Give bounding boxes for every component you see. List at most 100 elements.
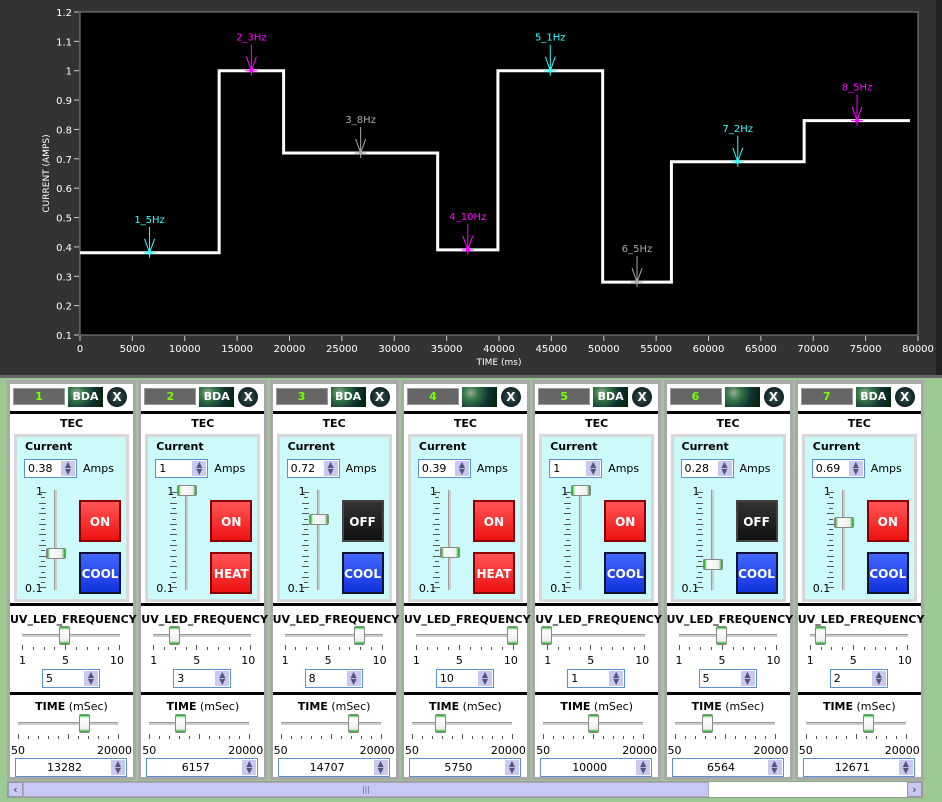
horizontal-scrollbar[interactable]: ‹ ||| › bbox=[7, 781, 923, 798]
power-toggle-button[interactable]: OFF bbox=[341, 500, 384, 542]
bda-badge-button[interactable]: BDA bbox=[330, 387, 366, 407]
close-button[interactable]: X bbox=[500, 387, 521, 407]
spinner-icon[interactable]: ▲ ▼ bbox=[192, 461, 207, 476]
frequency-input[interactable]: 1 ▲ ▼ bbox=[567, 669, 626, 688]
frequency-slider-thumb[interactable] bbox=[814, 626, 826, 645]
current-slider-thumb[interactable] bbox=[702, 558, 723, 570]
frequency-slider-thumb[interactable] bbox=[59, 626, 71, 645]
spinner-icon[interactable]: ▲ ▼ bbox=[636, 760, 651, 775]
current-input[interactable]: 1 ▲ ▼ bbox=[155, 459, 209, 478]
spinner-icon[interactable]: ▲ ▼ bbox=[61, 461, 75, 476]
power-toggle-button[interactable]: OFF bbox=[735, 500, 778, 542]
frequency-input[interactable]: 5 ▲ ▼ bbox=[42, 669, 100, 688]
current-slider-track[interactable] bbox=[841, 490, 845, 590]
bda-badge-button[interactable]: BDA bbox=[855, 387, 891, 407]
frequency-input[interactable]: 3 ▲ ▼ bbox=[173, 669, 232, 688]
power-toggle-button[interactable]: ON bbox=[604, 500, 647, 542]
current-input[interactable]: 0.69 ▲ ▼ bbox=[811, 459, 865, 478]
spinner-icon[interactable]: ▲ ▼ bbox=[871, 671, 886, 686]
current-slider-thumb[interactable] bbox=[177, 485, 198, 496]
frequency-slider-thumb[interactable] bbox=[354, 626, 366, 645]
time-slider-track[interactable] bbox=[411, 722, 512, 725]
power-toggle-button[interactable]: ON bbox=[79, 500, 121, 542]
time-input[interactable]: 10000 ▲ ▼ bbox=[540, 758, 653, 777]
current-slider-thumb[interactable] bbox=[308, 513, 329, 525]
scroll-right-button[interactable]: › bbox=[907, 782, 922, 797]
spinner-icon[interactable]: ▲ ▼ bbox=[373, 760, 388, 775]
spinner-icon[interactable]: ▲ ▼ bbox=[242, 760, 257, 775]
current-input[interactable]: 0.72 ▲ ▼ bbox=[286, 459, 340, 478]
frequency-slider-thumb[interactable] bbox=[506, 626, 518, 645]
time-slider-thumb[interactable] bbox=[863, 714, 875, 733]
close-button[interactable]: X bbox=[107, 387, 127, 407]
time-input[interactable]: 12671 ▲ ▼ bbox=[802, 758, 915, 777]
current-slider-track[interactable] bbox=[54, 490, 57, 590]
current-slider-track[interactable] bbox=[447, 490, 451, 590]
power-toggle-button[interactable]: ON bbox=[210, 500, 253, 542]
spinner-icon[interactable]: ▲ ▼ bbox=[717, 461, 732, 476]
time-slider-track[interactable] bbox=[18, 722, 118, 725]
current-slider-track[interactable] bbox=[710, 490, 714, 590]
close-button[interactable]: X bbox=[894, 387, 915, 407]
spinner-icon[interactable]: ▲ ▼ bbox=[609, 671, 624, 686]
mode-toggle-button[interactable]: COOL bbox=[866, 552, 909, 594]
current-input[interactable]: 1 ▲ ▼ bbox=[549, 459, 603, 478]
spinner-icon[interactable]: ▲ ▼ bbox=[323, 461, 338, 476]
spinner-icon[interactable]: ▲ ▼ bbox=[898, 760, 913, 775]
mode-toggle-button[interactable]: COOL bbox=[341, 552, 384, 594]
frequency-slider-track[interactable] bbox=[22, 634, 120, 637]
frequency-input[interactable]: 8 ▲ ▼ bbox=[304, 669, 363, 688]
current-input[interactable]: 0.38 ▲ ▼ bbox=[24, 459, 77, 478]
time-input[interactable]: 14707 ▲ ▼ bbox=[277, 758, 390, 777]
time-slider-thumb[interactable] bbox=[348, 714, 360, 733]
time-slider-track[interactable] bbox=[280, 722, 381, 725]
time-slider-track[interactable] bbox=[805, 722, 906, 725]
power-toggle-button[interactable]: ON bbox=[866, 500, 909, 542]
bda-badge-button[interactable]: BDA bbox=[593, 387, 629, 407]
time-input[interactable]: 5750 ▲ ▼ bbox=[408, 758, 521, 777]
frequency-slider-thumb[interactable] bbox=[541, 626, 553, 645]
spinner-icon[interactable]: ▲ ▼ bbox=[477, 671, 492, 686]
spinner-icon[interactable]: ▲ ▼ bbox=[848, 461, 863, 476]
time-input[interactable]: 13282 ▲ ▼ bbox=[15, 758, 127, 777]
scroll-thumb[interactable]: ||| bbox=[23, 782, 709, 797]
close-button[interactable]: X bbox=[369, 387, 390, 407]
time-slider-thumb[interactable] bbox=[78, 714, 90, 733]
time-input[interactable]: 6564 ▲ ▼ bbox=[671, 758, 784, 777]
mode-toggle-button[interactable]: COOL bbox=[735, 552, 778, 594]
current-slider-thumb[interactable] bbox=[571, 485, 592, 496]
frequency-slider-track[interactable] bbox=[153, 634, 252, 637]
spinner-icon[interactable]: ▲ ▼ bbox=[111, 760, 125, 775]
time-slider-thumb[interactable] bbox=[174, 714, 186, 733]
current-slider-track[interactable] bbox=[579, 490, 583, 590]
mode-toggle-button[interactable]: COOL bbox=[79, 552, 121, 594]
spinner-icon[interactable]: ▲ ▼ bbox=[346, 671, 361, 686]
time-slider-thumb[interactable] bbox=[587, 714, 599, 733]
scroll-left-button[interactable]: ‹ bbox=[8, 782, 23, 797]
frequency-slider-track[interactable] bbox=[284, 634, 383, 637]
spinner-icon[interactable]: ▲ ▼ bbox=[84, 671, 98, 686]
time-slider-track[interactable] bbox=[674, 722, 775, 725]
close-button[interactable]: X bbox=[238, 387, 259, 407]
mode-toggle-button[interactable]: HEAT bbox=[210, 552, 253, 594]
current-slider-track[interactable] bbox=[316, 490, 320, 590]
time-slider-thumb[interactable] bbox=[701, 714, 713, 733]
time-slider-track[interactable] bbox=[149, 722, 250, 725]
current-slider-track[interactable] bbox=[185, 490, 189, 590]
frequency-slider-thumb[interactable] bbox=[168, 626, 180, 645]
frequency-input[interactable]: 5 ▲ ▼ bbox=[698, 669, 757, 688]
spinner-icon[interactable]: ▲ ▼ bbox=[215, 671, 230, 686]
close-button[interactable]: X bbox=[763, 387, 784, 407]
frequency-slider-track[interactable] bbox=[415, 634, 514, 637]
mode-toggle-button[interactable]: HEAT bbox=[472, 552, 515, 594]
spinner-icon[interactable]: ▲ ▼ bbox=[586, 461, 601, 476]
bda-badge-button[interactable] bbox=[724, 387, 760, 407]
spinner-icon[interactable]: ▲ ▼ bbox=[767, 760, 782, 775]
current-input[interactable]: 0.39 ▲ ▼ bbox=[417, 459, 471, 478]
current-slider-thumb[interactable] bbox=[833, 516, 854, 528]
spinner-icon[interactable]: ▲ ▼ bbox=[504, 760, 519, 775]
spinner-icon[interactable]: ▲ ▼ bbox=[454, 461, 469, 476]
time-input[interactable]: 6157 ▲ ▼ bbox=[146, 758, 259, 777]
power-toggle-button[interactable]: ON bbox=[472, 500, 515, 542]
current-input[interactable]: 0.28 ▲ ▼ bbox=[680, 459, 734, 478]
